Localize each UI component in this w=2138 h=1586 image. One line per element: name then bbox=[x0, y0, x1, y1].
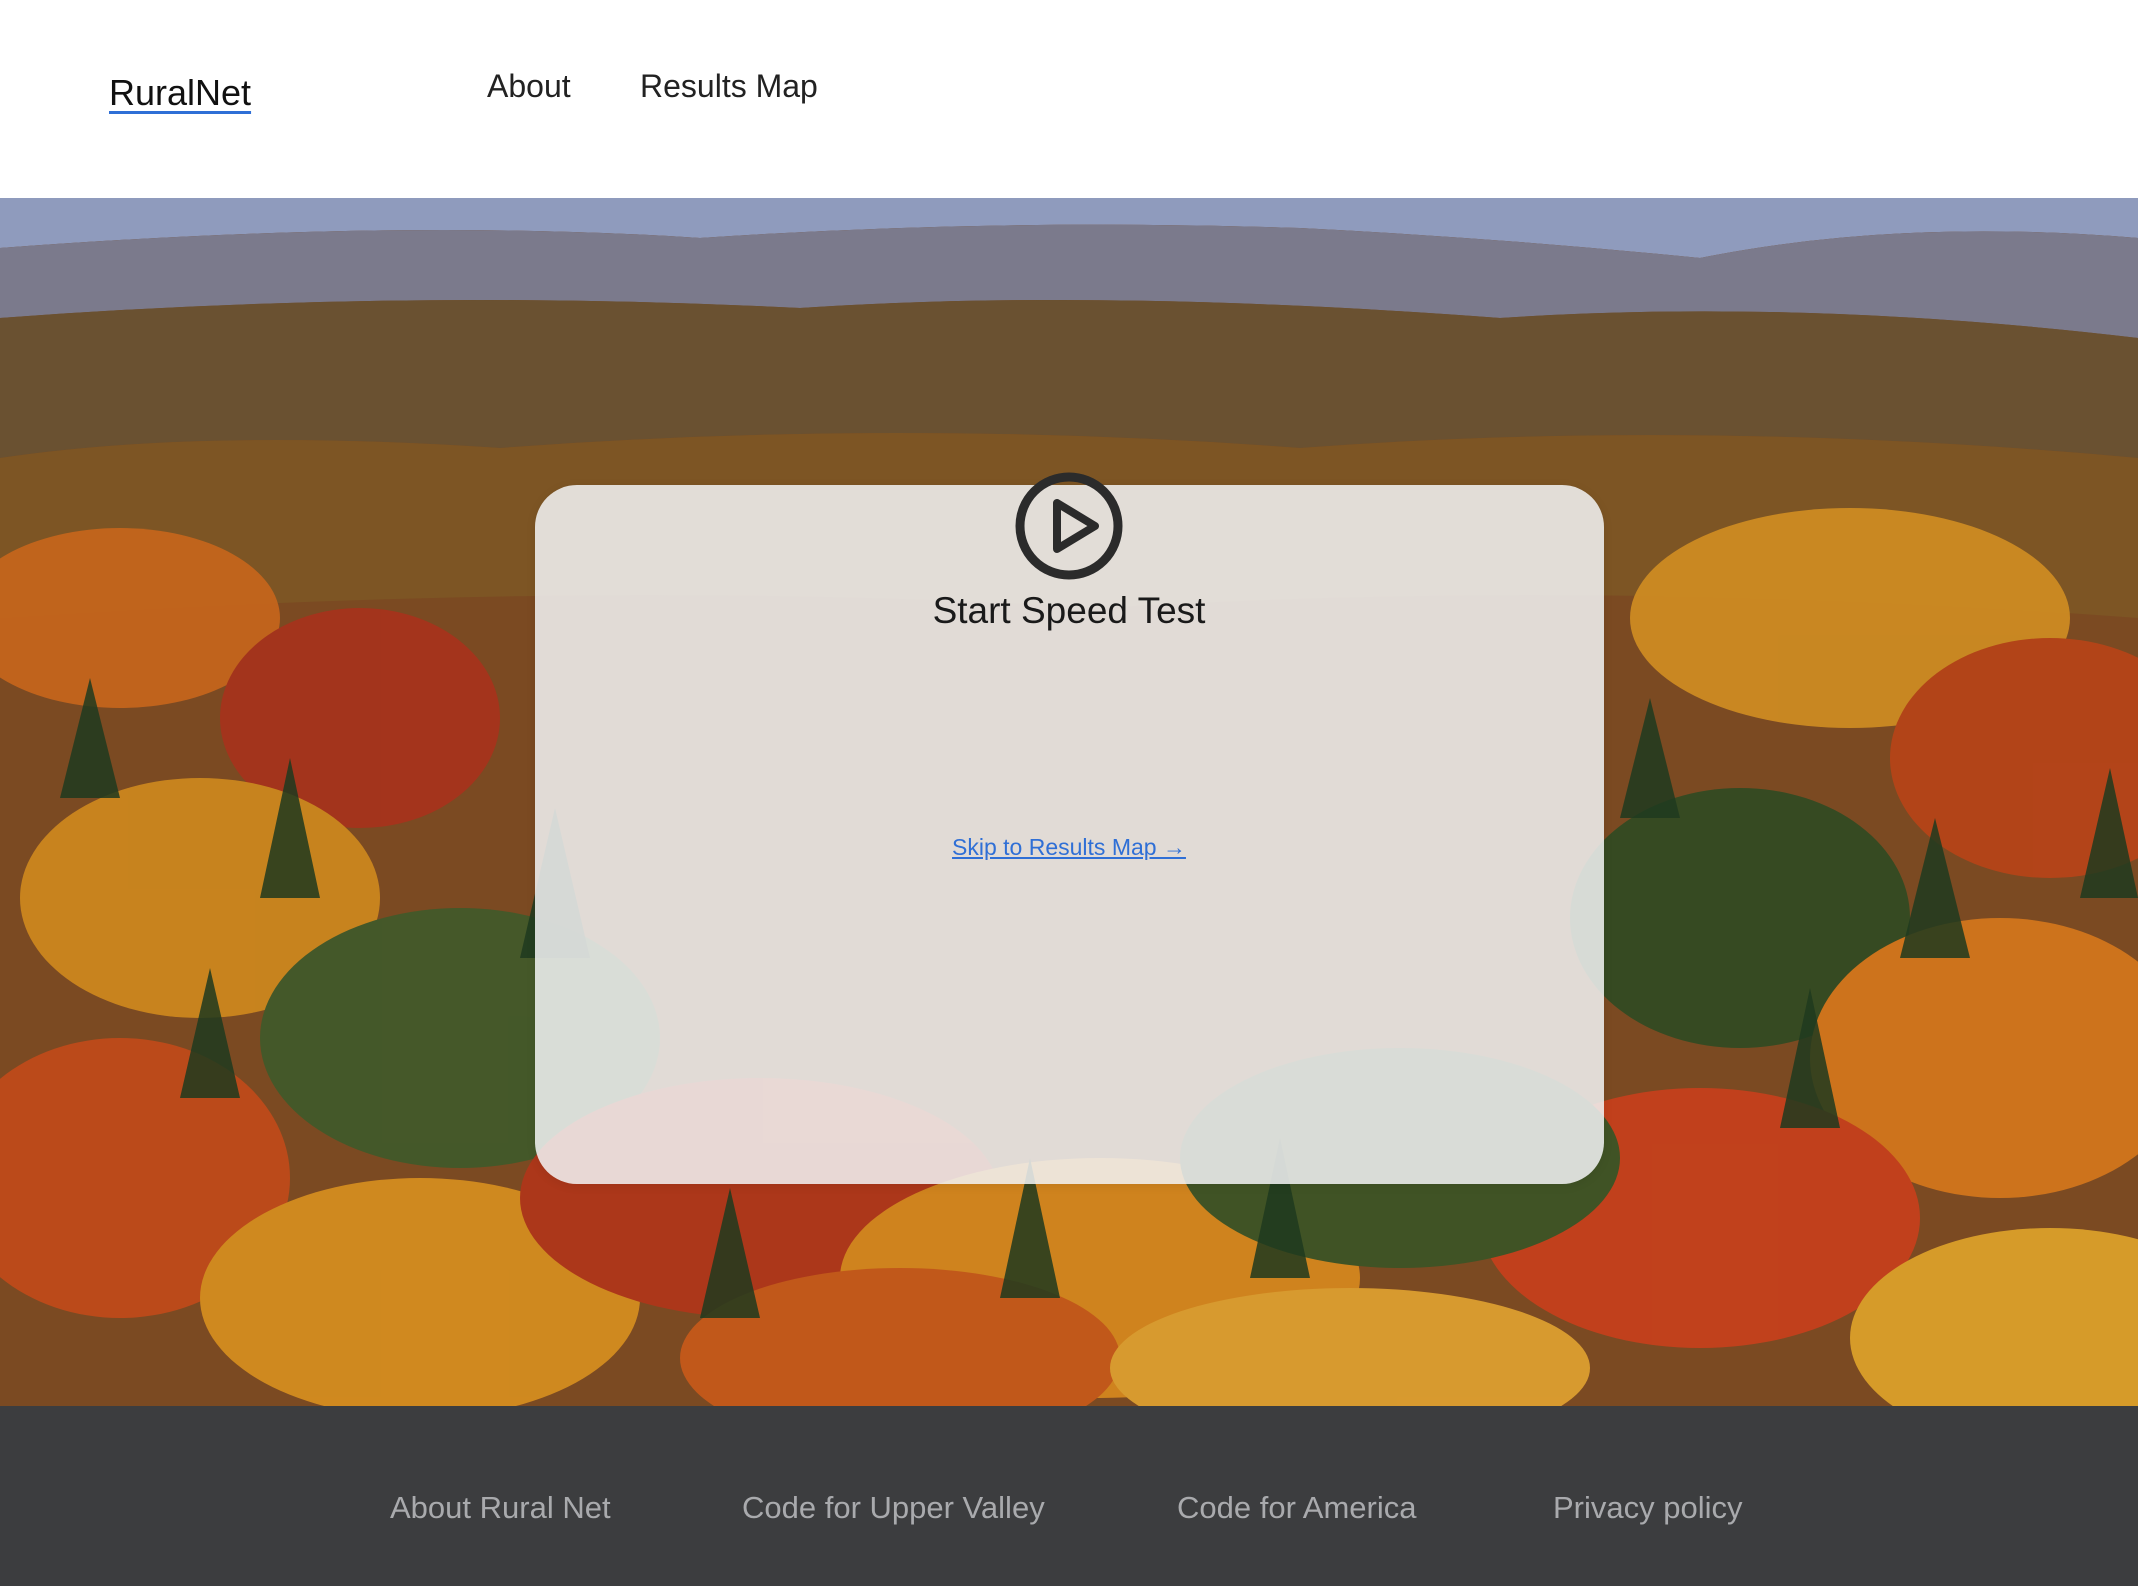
footer-link-privacy-policy[interactable]: Privacy policy bbox=[1553, 1490, 1743, 1526]
footer-link-about-rural-net[interactable]: About Rural Net bbox=[390, 1490, 611, 1526]
hero-background: Start Speed Test Skip to Results Map → bbox=[0, 198, 2138, 1406]
start-speed-test-label[interactable]: Start Speed Test bbox=[0, 590, 2138, 632]
site-footer: About Rural Net Code for Upper Valley Co… bbox=[0, 1406, 2138, 1586]
skip-to-results-map-link[interactable]: Skip to Results Map → bbox=[0, 834, 2138, 861]
page: RuralNet About Results Map Start Speed T… bbox=[0, 0, 2138, 1586]
footer-link-code-for-america[interactable]: Code for America bbox=[1177, 1490, 1417, 1526]
play-circle-icon[interactable] bbox=[1013, 470, 1125, 582]
footer-link-code-for-upper-valley[interactable]: Code for Upper Valley bbox=[742, 1490, 1045, 1526]
brand-logo-link[interactable]: RuralNet bbox=[109, 72, 251, 114]
site-header: RuralNet About Results Map bbox=[0, 0, 2138, 198]
nav-results-map-link[interactable]: Results Map bbox=[640, 68, 818, 105]
nav-about-link[interactable]: About bbox=[487, 68, 571, 105]
